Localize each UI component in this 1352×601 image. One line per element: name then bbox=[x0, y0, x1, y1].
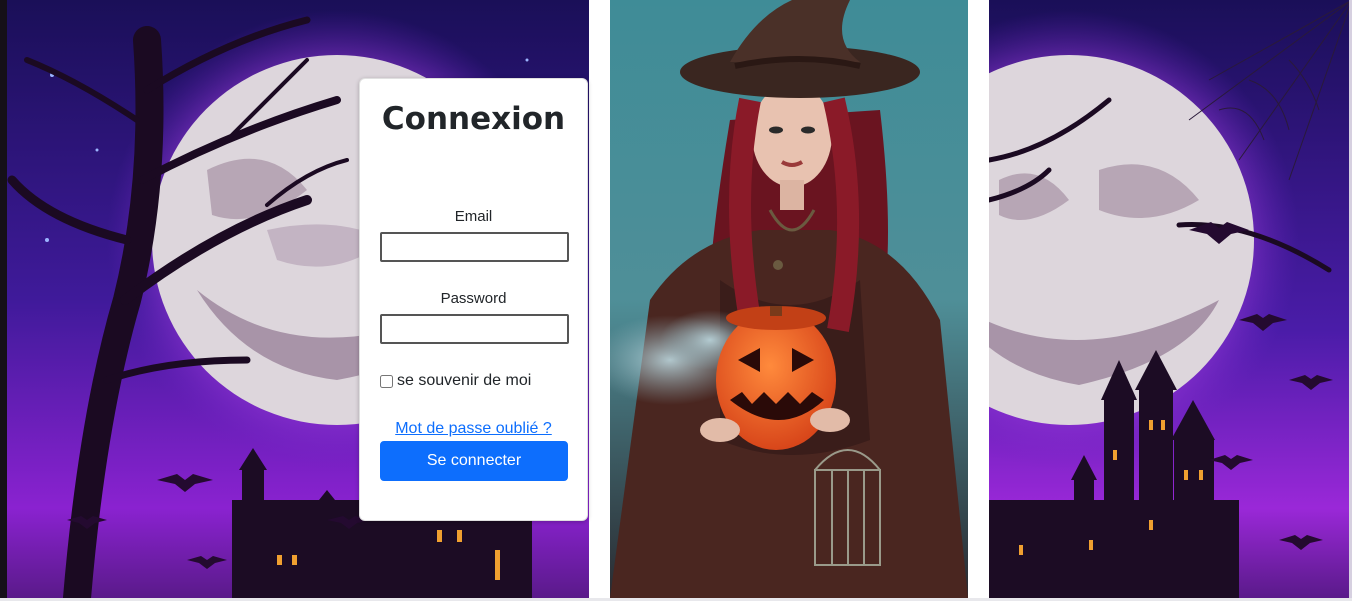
forgot-password-link[interactable]: Mot de passe oublié ? bbox=[360, 420, 587, 438]
halloween-moon-castle-image bbox=[989, 0, 1352, 598]
right-background-image bbox=[989, 0, 1352, 598]
witch-with-pumpkin-image bbox=[610, 0, 968, 598]
login-card: Connexion Email Password se souvenir de … bbox=[359, 78, 588, 521]
left-edge bbox=[0, 0, 7, 598]
login-title: Connexion bbox=[381, 101, 566, 137]
remember-me-label: se souvenir de moi bbox=[397, 372, 532, 389]
password-label: Password bbox=[440, 290, 507, 307]
remember-me-checkbox[interactable] bbox=[380, 374, 393, 388]
email-input[interactable] bbox=[380, 232, 569, 262]
remember-me[interactable]: se souvenir de moi bbox=[380, 372, 531, 390]
login-button[interactable]: Se connecter bbox=[380, 441, 568, 481]
center-picture bbox=[610, 0, 968, 598]
email-label: Email bbox=[454, 208, 493, 225]
password-input[interactable] bbox=[380, 314, 569, 344]
